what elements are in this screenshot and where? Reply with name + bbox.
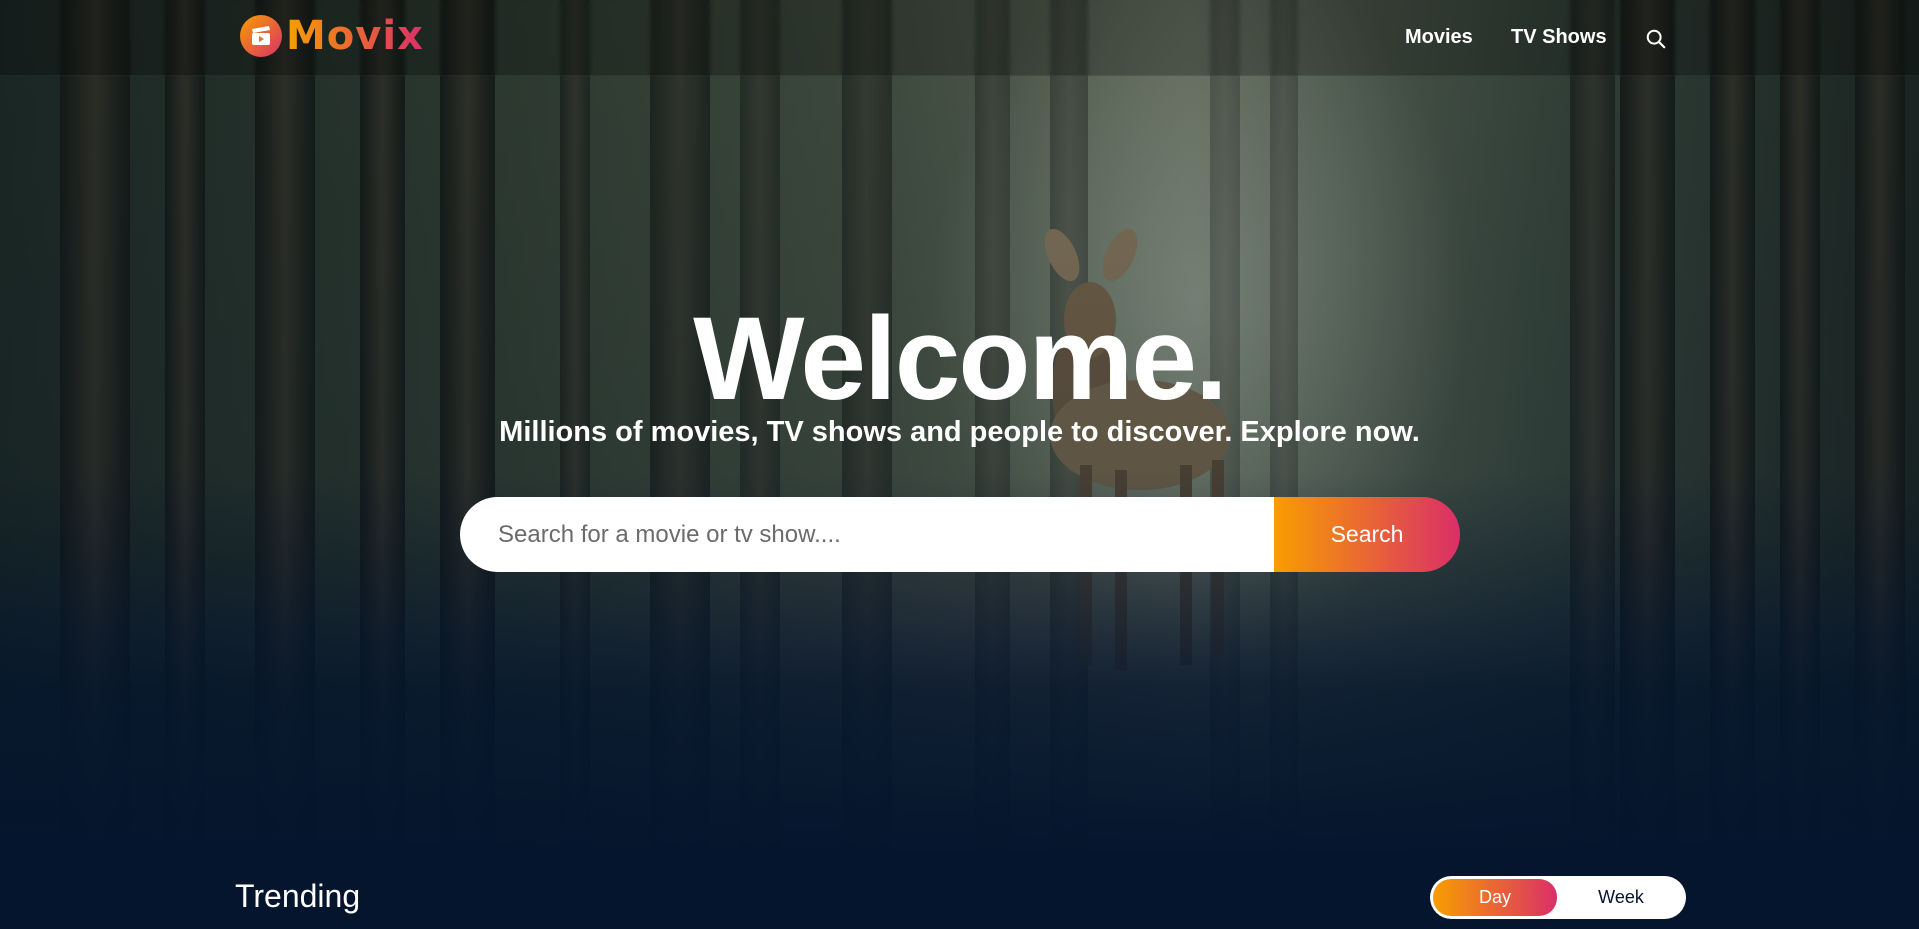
search-icon[interactable] bbox=[1645, 28, 1667, 50]
hero-search-bar: Search bbox=[460, 497, 1460, 572]
hero-subtitle: Millions of movies, TV shows and people … bbox=[499, 416, 1420, 448]
tab-day[interactable]: Day bbox=[1433, 879, 1557, 916]
nav-tv-shows[interactable]: TV Shows bbox=[1511, 26, 1607, 49]
search-button[interactable]: Search bbox=[1274, 497, 1460, 572]
logo[interactable]: Movix bbox=[240, 13, 424, 59]
hero-title: Welcome. bbox=[693, 293, 1228, 425]
trending-title: Trending bbox=[235, 878, 361, 914]
search-input[interactable] bbox=[460, 497, 1274, 572]
logo-text: Movix bbox=[286, 13, 424, 59]
nav-movies[interactable]: Movies bbox=[1405, 26, 1473, 49]
clapperboard-icon bbox=[240, 15, 282, 57]
trending-switch: Day Week bbox=[1430, 876, 1686, 919]
site-header: Movix Movies TV Shows bbox=[0, 0, 1919, 76]
tab-week[interactable]: Week bbox=[1559, 879, 1683, 916]
